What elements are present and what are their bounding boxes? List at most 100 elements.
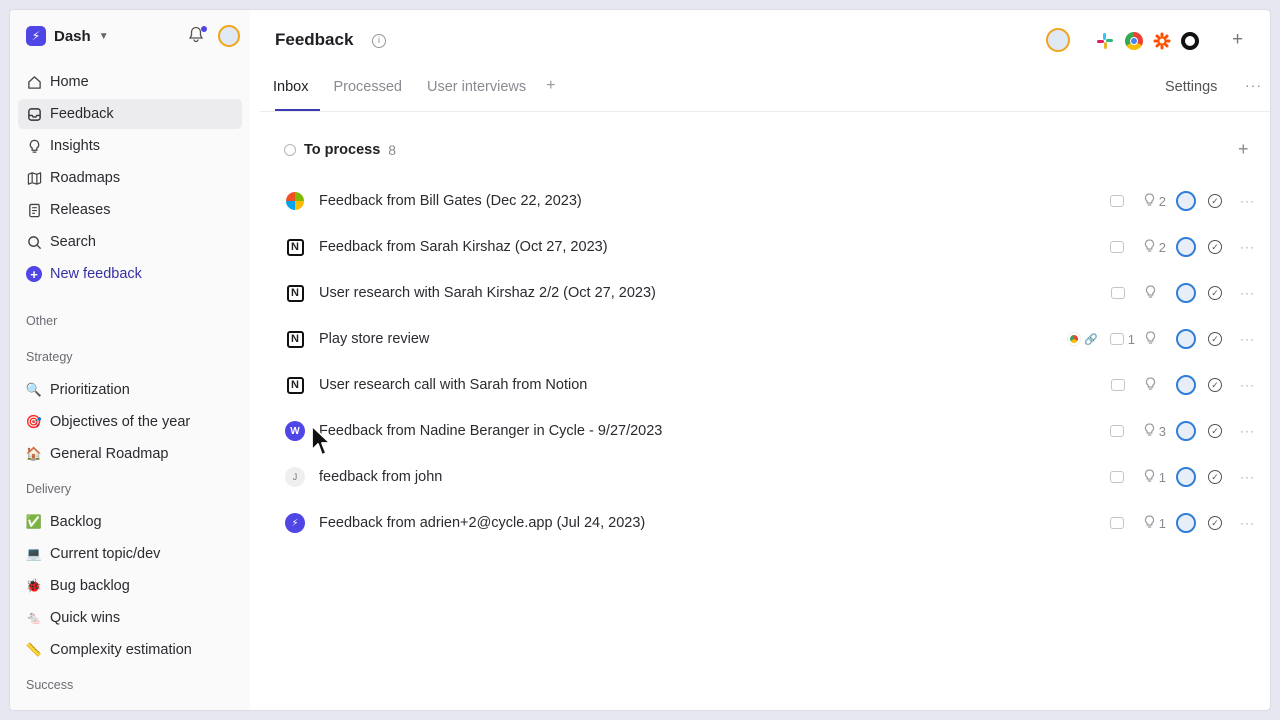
- settings-link[interactable]: Settings: [1165, 79, 1217, 95]
- sidebar-item-quick-wins[interactable]: 🐁 Quick wins: [18, 603, 242, 633]
- mark-processed-icon[interactable]: ✓: [1208, 332, 1222, 346]
- assignee-avatar[interactable]: [1176, 375, 1196, 395]
- insight-count: 1: [1158, 515, 1166, 531]
- sidebar: ⚡ Dash ▼ Home Feedback Insights Roadmaps…: [10, 10, 250, 710]
- notifications-bell-icon[interactable]: [188, 26, 207, 44]
- add-feedback-icon[interactable]: +: [1238, 139, 1249, 160]
- list-item[interactable]: N Play store review 🔗 1 ✓ ···: [285, 324, 1255, 354]
- sidebar-item-current-topic[interactable]: 💻 Current topic/dev: [18, 539, 242, 569]
- workspace-logo-icon: ⚡: [26, 26, 46, 46]
- sidebar-item-prioritization[interactable]: 🔍 Prioritization: [18, 375, 242, 405]
- section-label-other: Other: [26, 314, 58, 328]
- comment-icon[interactable]: [1109, 425, 1124, 437]
- assignee-avatar[interactable]: [1176, 283, 1196, 303]
- list-item[interactable]: Jfeedback from john 1 ✓ ···: [285, 462, 1255, 492]
- more-options-icon[interactable]: ···: [1240, 378, 1255, 392]
- comment-icon[interactable]: [1109, 471, 1124, 483]
- add-integration-icon[interactable]: +: [1232, 29, 1243, 51]
- comment-icon[interactable]: [1111, 379, 1125, 391]
- mark-processed-icon[interactable]: ✓: [1208, 470, 1222, 484]
- mark-processed-icon[interactable]: ✓: [1208, 424, 1222, 438]
- more-options-icon[interactable]: ···: [1240, 286, 1255, 300]
- mark-processed-icon[interactable]: ✓: [1208, 240, 1222, 254]
- mark-processed-icon[interactable]: ✓: [1208, 194, 1222, 208]
- assignee-avatar[interactable]: [1176, 513, 1196, 533]
- comment-icon[interactable]: [1109, 517, 1124, 529]
- row-meta: 3 ✓ ···: [1109, 416, 1255, 446]
- search-icon: [26, 234, 42, 250]
- nav-item-search[interactable]: Search: [18, 227, 242, 257]
- more-options-icon[interactable]: ···: [1240, 194, 1255, 208]
- slack-icon[interactable]: [1096, 32, 1114, 50]
- nav-item-insights[interactable]: Insights: [18, 131, 242, 161]
- target-emoji-icon: 🎯: [25, 414, 43, 429]
- chrome-icon[interactable]: [1125, 32, 1143, 50]
- list-item[interactable]: N Feedback from Sarah Kirshaz (Oct 27, 20…: [285, 232, 1255, 262]
- assignee-avatar[interactable]: [1176, 191, 1196, 211]
- insight-bulb-icon[interactable]: [1145, 285, 1156, 301]
- comment-icon[interactable]: [1109, 195, 1124, 207]
- sidebar-item-bug-backlog[interactable]: 🐞 Bug backlog: [18, 571, 242, 601]
- tab-user-interviews[interactable]: User interviews: [414, 72, 538, 112]
- nav-item-feedback[interactable]: Feedback: [18, 99, 242, 129]
- nav-item-roadmaps[interactable]: Roadmaps: [18, 163, 242, 193]
- new-feedback-button[interactable]: + New feedback: [18, 259, 242, 289]
- more-options-icon[interactable]: ···: [1240, 332, 1255, 346]
- sidebar-item-label: Backlog: [50, 514, 102, 530]
- mark-processed-icon[interactable]: ✓: [1208, 516, 1222, 530]
- notion-icon: N: [285, 375, 305, 395]
- group-header[interactable]: To process 8: [284, 140, 396, 160]
- insight-bulb-icon[interactable]: [1144, 469, 1155, 485]
- list-item[interactable]: N User research call with Sarah from Noti…: [285, 370, 1255, 400]
- tab-processed[interactable]: Processed: [320, 72, 414, 112]
- list-item[interactable]: N User research with Sarah Kirshaz 2/2 (O…: [285, 278, 1255, 308]
- comment-icon[interactable]: [1109, 333, 1124, 345]
- sidebar-item-complexity[interactable]: 📏 Complexity estimation: [18, 635, 242, 665]
- more-options-icon[interactable]: ···: [1240, 240, 1255, 254]
- mark-processed-icon[interactable]: ✓: [1208, 378, 1222, 392]
- sidebar-item-label: Complexity estimation: [50, 642, 192, 658]
- sidebar-item-backlog[interactable]: ✅ Backlog: [18, 507, 242, 537]
- list-item[interactable]: ⚡ Feedback from adrien+2@cycle.app (Jul 2…: [285, 508, 1255, 538]
- circle-icon[interactable]: [1181, 32, 1199, 50]
- sidebar-item-objectives[interactable]: 🎯 Objectives of the year: [18, 407, 242, 437]
- header-avatar[interactable]: [1046, 28, 1070, 52]
- insight-bulb-icon[interactable]: [1145, 377, 1156, 393]
- insight-bulb-icon[interactable]: [1144, 239, 1155, 255]
- sidebar-item-label: Prioritization: [50, 382, 130, 398]
- sidebar-item-general-roadmap[interactable]: 🏠 General Roadmap: [18, 439, 242, 469]
- workspace-switcher[interactable]: ⚡ Dash ▼: [26, 24, 109, 48]
- user-avatar[interactable]: [218, 25, 240, 47]
- nav-label: Feedback: [50, 106, 114, 122]
- more-options-icon[interactable]: ···: [1240, 470, 1255, 484]
- comment-icon[interactable]: [1109, 241, 1124, 253]
- mark-processed-icon[interactable]: ✓: [1208, 286, 1222, 300]
- zapier-icon[interactable]: [1153, 32, 1171, 50]
- add-tab-icon[interactable]: +: [538, 72, 563, 112]
- source-chips[interactable]: 🔗: [1068, 333, 1098, 346]
- new-feedback-label: New feedback: [50, 266, 142, 282]
- assignee-avatar[interactable]: [1176, 467, 1196, 487]
- assignee-avatar[interactable]: [1176, 237, 1196, 257]
- assignee-avatar[interactable]: [1176, 421, 1196, 441]
- nav-item-releases[interactable]: Releases: [18, 195, 242, 225]
- sidebar-item-label: Current topic/dev: [50, 546, 161, 562]
- more-options-icon[interactable]: ···: [1240, 424, 1255, 438]
- more-options-icon[interactable]: ···: [1245, 77, 1262, 93]
- row-meta: ✓ ···: [1111, 278, 1255, 308]
- info-icon[interactable]: i: [372, 34, 386, 48]
- assignee-avatar[interactable]: [1176, 329, 1196, 349]
- insight-bulb-icon[interactable]: [1144, 423, 1155, 439]
- tab-inbox[interactable]: Inbox: [260, 72, 321, 112]
- list-item[interactable]: W Feedback from Nadine Beranger in Cycle …: [285, 416, 1255, 446]
- insight-bulb-icon[interactable]: [1145, 331, 1156, 347]
- insight-bulb-icon[interactable]: [1144, 193, 1155, 209]
- nav-label: Home: [50, 74, 89, 90]
- more-options-icon[interactable]: ···: [1240, 516, 1255, 530]
- strategy-list: 🔍 Prioritization 🎯 Objectives of the yea…: [18, 375, 242, 471]
- nav-item-home[interactable]: Home: [18, 67, 242, 97]
- insight-bulb-icon[interactable]: [1144, 515, 1155, 531]
- comment-icon[interactable]: [1111, 287, 1125, 299]
- chrome-icon: [1068, 333, 1081, 345]
- list-item[interactable]: Feedback from Bill Gates (Dec 22, 2023) 2…: [285, 186, 1255, 216]
